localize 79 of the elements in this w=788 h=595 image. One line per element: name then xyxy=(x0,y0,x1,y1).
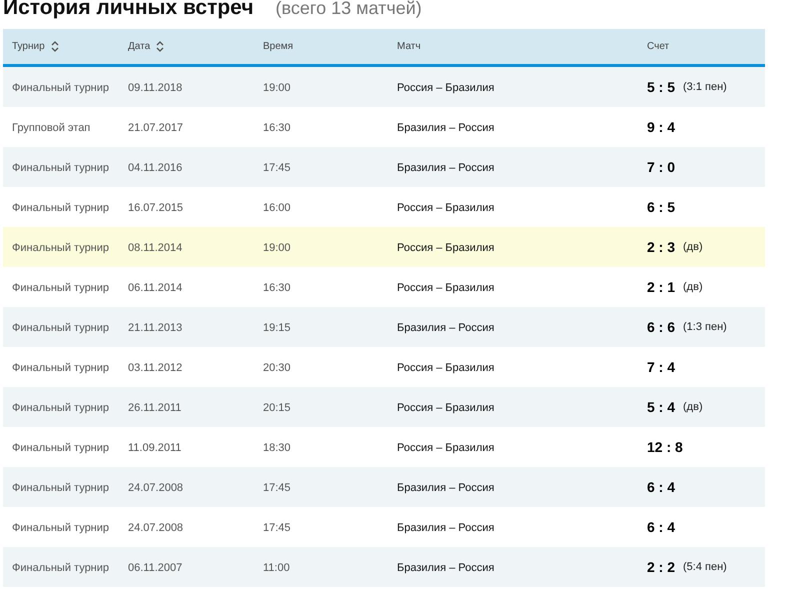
table-cell: Бразилия – Россия xyxy=(397,122,494,134)
table-cell: Финальный турнир xyxy=(12,442,110,454)
score: 2 : 2 xyxy=(647,558,676,576)
table-cell: 16:30 xyxy=(263,282,291,294)
table-cell: Финальный турнир xyxy=(12,82,110,94)
score-note: (дв) xyxy=(683,400,703,415)
table-cell: Бразилия – Россия xyxy=(397,562,494,574)
table-cell: Финальный турнир xyxy=(12,322,110,334)
score: 7 : 0 xyxy=(647,158,676,176)
table-cell: 16:00 xyxy=(263,202,291,214)
score-note: (1:3 пен) xyxy=(683,320,727,335)
table-cell: 09.11.2018 xyxy=(128,82,182,94)
table-cell: 21.07.2017 xyxy=(128,122,184,134)
table-cell: Финальный турнир xyxy=(12,522,110,534)
table-cell: Россия – Бразилия xyxy=(397,362,494,374)
column-header: Матч xyxy=(397,40,421,54)
table-cell: 20:15 xyxy=(263,402,291,414)
table-cell: Финальный турнир xyxy=(12,562,110,574)
sort-icon xyxy=(50,41,59,52)
table-cell: 06.11.2007 xyxy=(128,562,182,574)
score-note: (дв) xyxy=(683,240,703,255)
table-cell: Финальный турнир xyxy=(12,202,110,214)
score: 2 : 3 xyxy=(647,238,676,256)
score: 7 : 4 xyxy=(647,358,676,376)
table-cell: Бразилия – Россия xyxy=(397,162,494,174)
column-header[interactable]: Дата xyxy=(128,39,164,54)
table-cell: Финальный турнир xyxy=(12,402,110,414)
column-header: Счет xyxy=(647,40,670,54)
table-cell: Финальный турнир xyxy=(12,482,110,494)
score: 2 : 1 xyxy=(647,278,676,296)
score: 5 : 4 xyxy=(647,398,676,416)
score: 6 : 4 xyxy=(647,478,676,496)
table-cell: 18:30 xyxy=(263,442,291,454)
score: 6 : 6 xyxy=(647,318,676,336)
table-cell: Россия – Бразилия xyxy=(397,242,494,254)
table-cell: 21.11.2013 xyxy=(128,322,182,334)
score: 5 : 5 xyxy=(647,78,676,96)
table-cell: 19:00 xyxy=(263,242,291,254)
column-header[interactable]: Турнир xyxy=(12,39,59,54)
score: 6 : 5 xyxy=(647,198,676,216)
table-cell: 17:45 xyxy=(263,162,291,174)
table-cell: Финальный турнир xyxy=(12,242,110,254)
table-cell: 11.09.2011 xyxy=(128,442,182,454)
table-cell: 06.11.2014 xyxy=(128,282,182,294)
sort-icon xyxy=(156,41,164,52)
table-cell: Групповой этап xyxy=(12,122,90,134)
table-cell: Финальный турнир xyxy=(12,162,110,174)
table-cell: 16:30 xyxy=(263,122,291,134)
table-cell: Россия – Бразилия xyxy=(397,282,494,294)
table-cell: Финальный турнир xyxy=(12,362,110,374)
table-cell: 11:00 xyxy=(263,562,290,574)
table-cell: Финальный турнир xyxy=(12,282,110,294)
column-header: Время xyxy=(263,40,294,54)
table-cell: Россия – Бразилия xyxy=(397,82,494,94)
score: 9 : 4 xyxy=(647,118,676,136)
table-cell: Россия – Бразилия xyxy=(397,402,494,414)
table-cell: 19:00 xyxy=(263,82,291,94)
table-cell: 08.11.2014 xyxy=(128,242,182,254)
table-cell: 03.11.2012 xyxy=(128,362,182,374)
table-cell: 20:30 xyxy=(263,362,291,374)
table-cell: 26.11.2011 xyxy=(128,402,182,414)
table-cell: 17:45 xyxy=(263,522,291,534)
table-cell: 17:45 xyxy=(263,482,291,494)
score-note: (3:1 пен) xyxy=(683,80,727,95)
score: 6 : 4 xyxy=(647,518,676,536)
table-cell: Бразилия – Россия xyxy=(397,522,494,534)
match-count: (всего 13 матчей) xyxy=(276,0,422,20)
table-cell: 24.07.2008 xyxy=(128,522,184,534)
table-cell: 19:15 xyxy=(263,322,291,334)
table-cell: Россия – Бразилия xyxy=(397,202,494,214)
score: 12 : 8 xyxy=(647,438,683,456)
table-cell: Бразилия – Россия xyxy=(397,322,494,334)
table-cell: Бразилия – Россия xyxy=(397,482,494,494)
table-cell: 24.07.2008 xyxy=(128,482,184,494)
score-note: (5:4 пен) xyxy=(683,560,727,575)
table-cell: 04.11.2016 xyxy=(128,162,182,174)
score-note: (дв) xyxy=(683,280,703,295)
table-cell: Россия – Бразилия xyxy=(397,442,494,454)
table-cell: 16.07.2015 xyxy=(128,202,184,214)
